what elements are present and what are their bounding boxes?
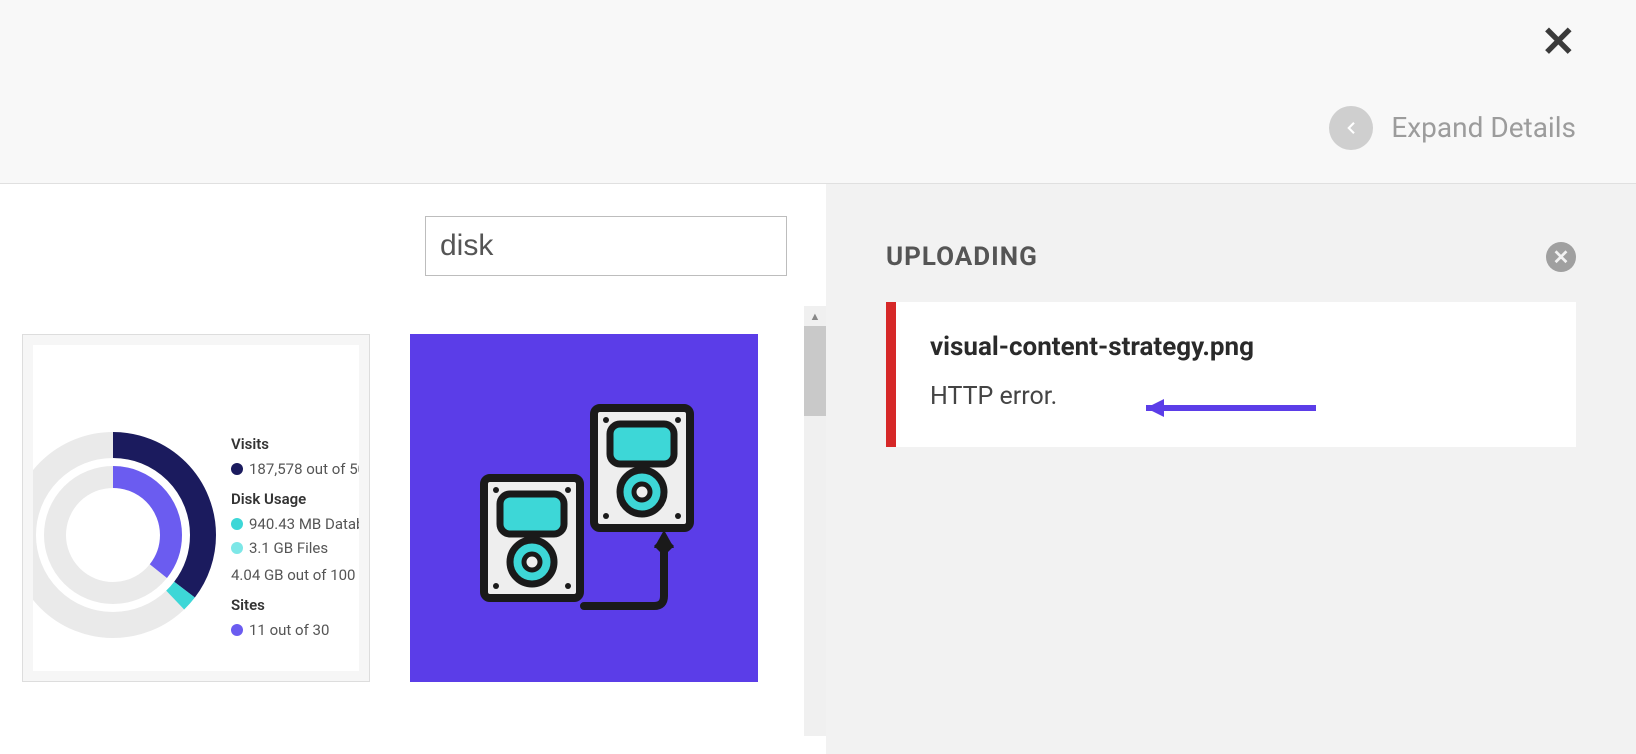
- disk-label: Disk Usage: [231, 488, 359, 511]
- sites-label: Sites: [231, 594, 359, 617]
- thumbnail-legend: Visits 187,578 out of 500 Disk Usage 940…: [231, 425, 359, 641]
- disk-total: 4.04 GB out of 100 GB: [231, 564, 359, 587]
- uploading-heading: UPLOADING: [886, 242, 1038, 272]
- visits-label: Visits: [231, 433, 359, 456]
- expand-details-link[interactable]: Expand Details: [1391, 111, 1576, 144]
- upload-header: UPLOADING ✕: [886, 242, 1576, 272]
- chevron-left-icon[interactable]: [1329, 106, 1373, 150]
- thumbnail-disk-transfer[interactable]: [410, 334, 758, 682]
- search-input[interactable]: [425, 216, 787, 276]
- close-icon[interactable]: ✕: [1541, 22, 1576, 64]
- donut-chart-icon: [33, 425, 223, 649]
- disk-files: 3.1 GB Files: [249, 537, 328, 560]
- scroll-up-icon[interactable]: ▲: [804, 306, 826, 326]
- disk-transfer-icon: [454, 378, 714, 638]
- thumbnail-analytics[interactable]: Visits 187,578 out of 500 Disk Usage 940…: [22, 334, 370, 682]
- sites-value: 11 out of 30: [249, 619, 329, 642]
- upload-filename: visual-content-strategy.png: [930, 332, 1542, 362]
- scrollbar[interactable]: ▲: [804, 306, 826, 736]
- upload-panel: UPLOADING ✕ visual-content-strategy.png …: [826, 184, 1636, 754]
- scroll-thumb[interactable]: [804, 326, 826, 416]
- annotation-arrow-icon: [1116, 394, 1326, 422]
- dismiss-upload-icon[interactable]: ✕: [1546, 242, 1576, 272]
- main-area: Visits 187,578 out of 500 Disk Usage 940…: [0, 184, 1636, 754]
- disk-db: 940.43 MB Databa: [249, 513, 359, 536]
- upload-item: visual-content-strategy.png HTTP error.: [886, 302, 1576, 447]
- media-panel: Visits 187,578 out of 500 Disk Usage 940…: [0, 184, 826, 754]
- visits-value: 187,578 out of 500: [249, 458, 359, 481]
- top-bar: ✕: [0, 0, 1636, 72]
- sub-header: Expand Details: [0, 72, 1636, 184]
- thumbnail-grid: Visits 187,578 out of 500 Disk Usage 940…: [22, 334, 758, 682]
